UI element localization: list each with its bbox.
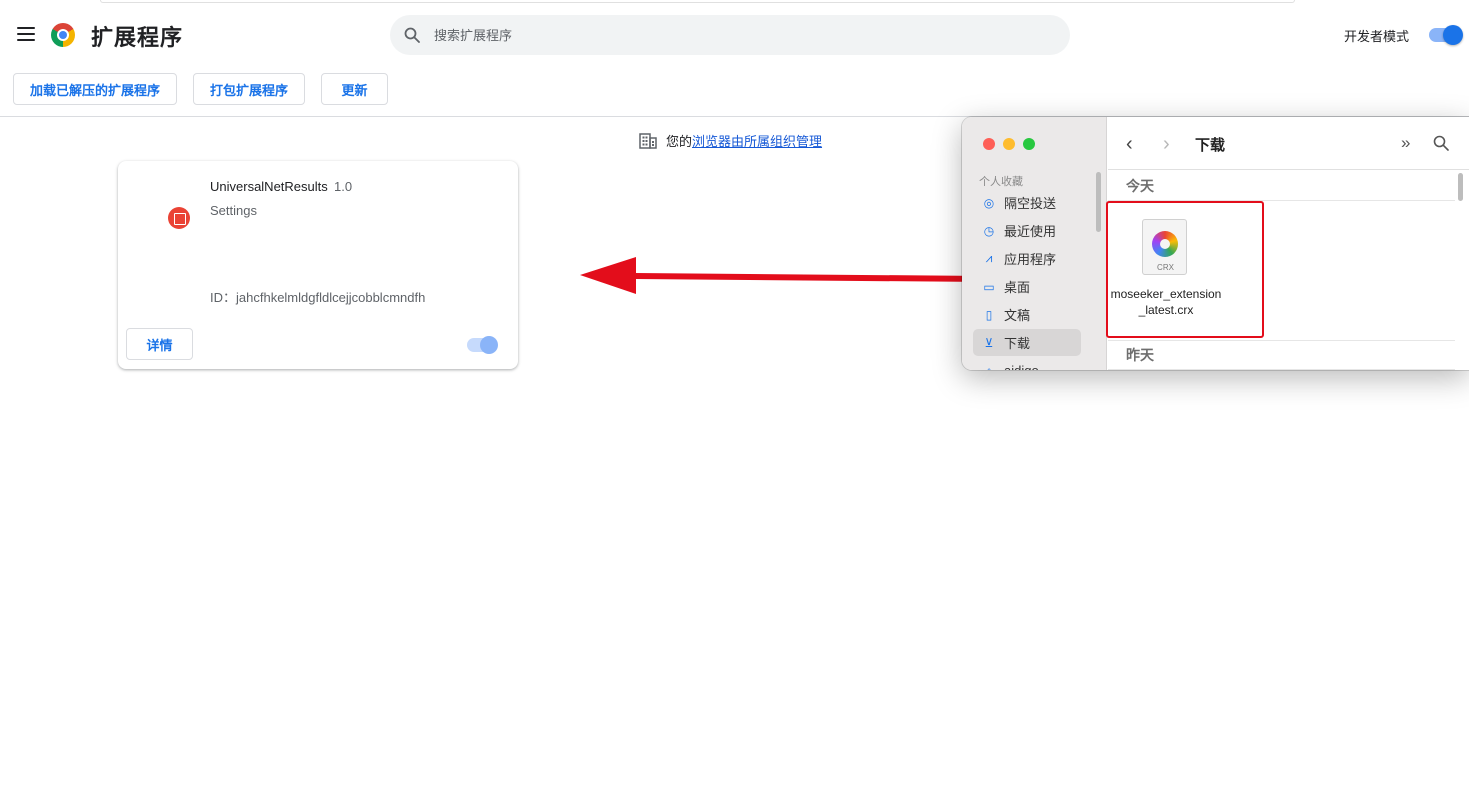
applications-icon: ⩘ [985,251,993,265]
extension-icon [168,207,190,229]
sidebar-item-label: 应用程序 [1004,252,1057,267]
finder-scrollbar[interactable] [1458,173,1463,201]
file-name[interactable]: moseeker_extension_latest.crx [1110,286,1222,318]
developer-mode-toggle[interactable] [1429,25,1463,45]
zoom-window-button[interactable] [1023,138,1035,150]
developer-mode-label: 开发者模式 [1344,29,1410,44]
search-icon[interactable] [1433,135,1449,151]
sidebar-item-home[interactable]: ⌂ aidigo [973,357,1081,370]
chrome-logo-icon [51,23,75,47]
sidebar-item-label: 桌面 [1004,280,1031,295]
finder-sidebar: 个人收藏 ◎ 隔空投送 ◷ 最近使用 ⩘ 应用程序 ▭ 桌面 ▯ 文稿 ⊻ 下载 ⌂ aidi… [962,117,1107,370]
search-bar[interactable] [390,15,1070,55]
sidebar-item-recents[interactable]: ◷ 最近使用 [973,217,1081,244]
update-button[interactable]: 更新 [321,73,388,105]
extension-id: ID：jahcfhkelmldgfldlcejjcobblcmndfh [210,290,426,305]
sidebar-item-airdrop[interactable]: ◎ 隔空投送 [973,189,1081,216]
more-toolbar-icon[interactable]: » [1401,133,1410,153]
managed-notice-link[interactable]: 浏览器由所属组织管理 [692,131,822,150]
search-input[interactable] [434,15,1034,55]
download-icon: ⊻ [984,335,994,350]
hamburger-menu-icon[interactable] [17,27,35,43]
sidebar-item-label: 最近使用 [1004,224,1057,239]
section-yesterday: 昨天 [1108,340,1455,370]
managed-notice: 您的 浏览器由所属组织管理 [639,131,822,150]
folder-title: 下载 [1195,137,1226,154]
extension-version: 1.0 [334,179,353,194]
sidebar-item-applications[interactable]: ⩘ 应用程序 [973,245,1081,272]
extension-description: Settings [210,203,257,218]
finder-toolbar: ‹ › 下载 » [1108,117,1469,170]
page-title: 扩展程序 [91,25,184,50]
extension-name: UniversalNetResults [210,179,328,194]
details-button[interactable]: 详情 [126,328,193,360]
document-icon: ▯ [985,307,993,322]
close-window-button[interactable] [983,138,995,150]
section-today: 今天 [1108,171,1455,201]
load-unpacked-button[interactable]: 加载已解压的扩展程序 [13,73,177,105]
finder-window: 个人收藏 ◎ 隔空投送 ◷ 最近使用 ⩘ 应用程序 ▭ 桌面 ▯ 文稿 ⊻ 下载 ⌂ aidi… [962,117,1469,370]
browser-tab-strip-edge [100,0,1295,3]
sidebar-scrollbar[interactable] [1096,172,1101,232]
minimize-window-button[interactable] [1003,138,1015,150]
pack-extension-button[interactable]: 打包扩展程序 [193,73,305,105]
back-chevron-icon[interactable]: ‹ [1126,133,1133,156]
sidebar-item-label: aidigo [1004,363,1039,370]
favorites-label: 个人收藏 [979,176,1023,188]
sidebar-item-label: 下载 [1004,336,1031,351]
forward-chevron-icon[interactable]: › [1163,133,1170,156]
clock-icon: ◷ [983,223,995,238]
sidebar-item-label: 隔空投送 [1004,196,1057,211]
sidebar-item-downloads[interactable]: ⊻ 下载 [973,329,1081,356]
crx-file-icon[interactable]: CRX [1142,219,1187,275]
sidebar-item-label: 文稿 [1004,308,1031,323]
extension-card: UniversalNetResults 1.0 Settings ID：jahc… [118,161,518,369]
airdrop-icon: ◎ [983,195,995,210]
building-icon [639,132,657,149]
extension-enable-toggle[interactable] [467,336,498,354]
search-icon [404,27,420,43]
managed-notice-prefix: 您的 [666,134,693,149]
desktop-icon: ▭ [983,279,995,294]
file-type-label: CRX [1157,263,1174,272]
sidebar-item-documents[interactable]: ▯ 文稿 [973,301,1081,328]
home-icon: ⌂ [982,364,996,371]
sidebar-item-desktop[interactable]: ▭ 桌面 [973,273,1081,300]
